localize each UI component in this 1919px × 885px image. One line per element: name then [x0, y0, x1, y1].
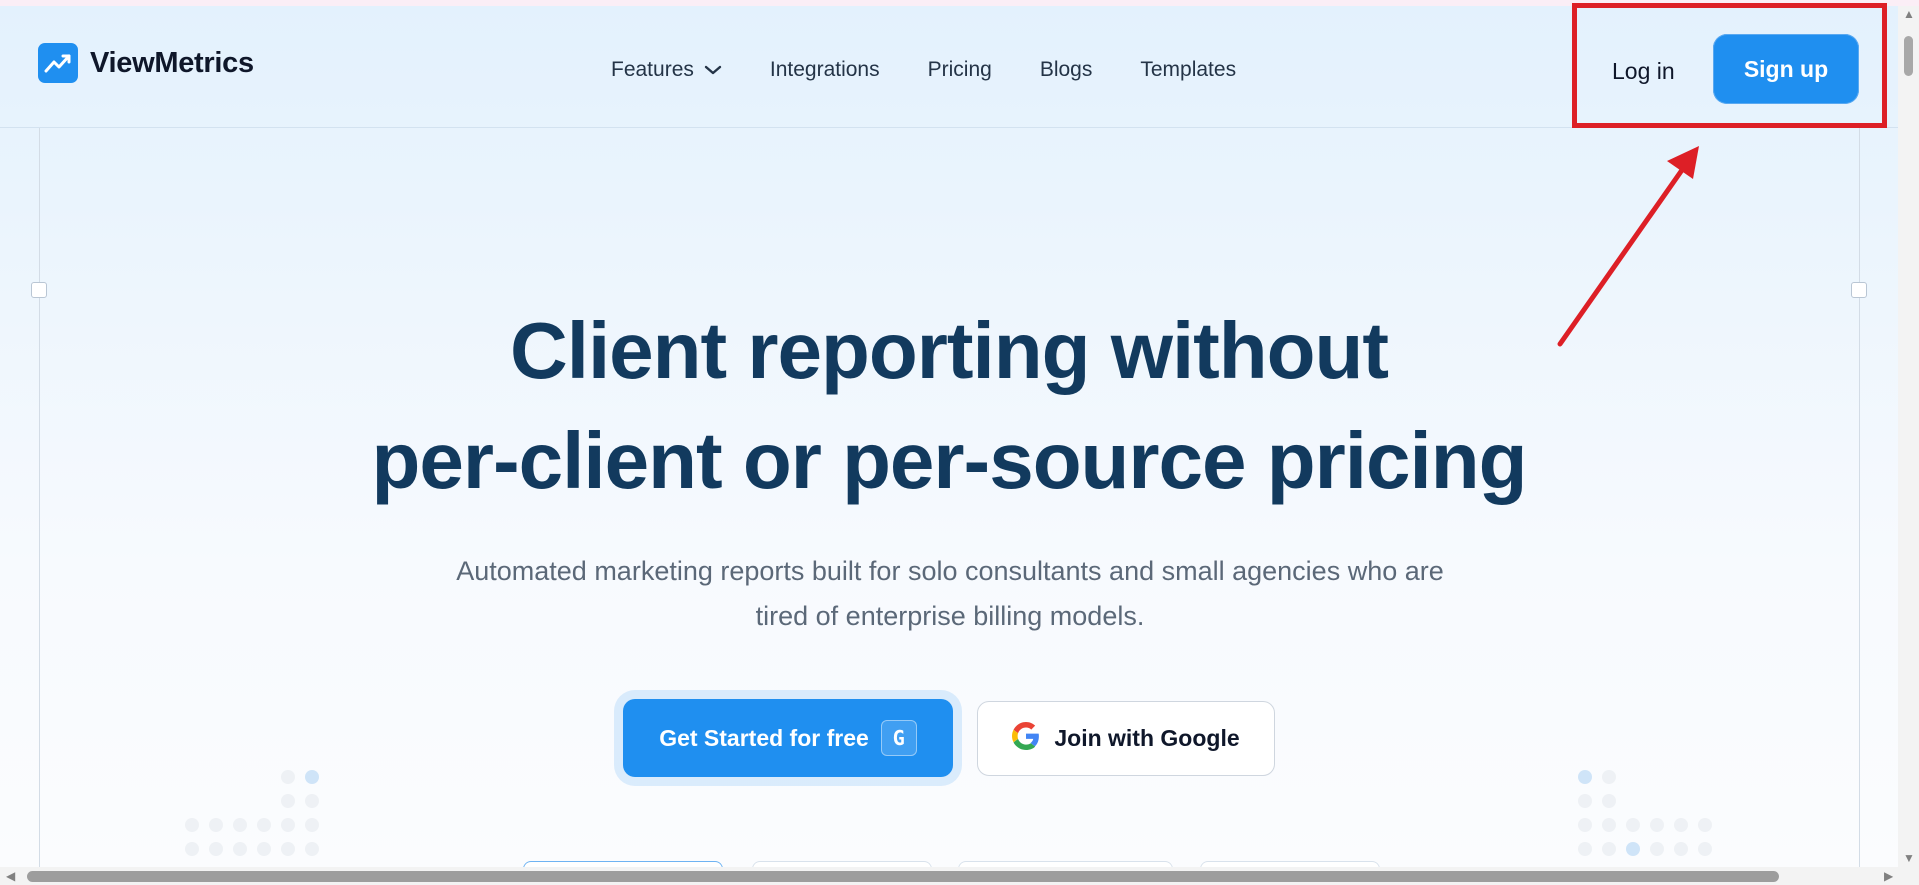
scroll-left-icon[interactable]: ◀ — [6, 870, 15, 882]
scroll-up-icon[interactable]: ▲ — [1903, 8, 1915, 20]
annotation-arrow — [1557, 146, 1699, 347]
vertical-scrollbar[interactable]: ▲ ▼ — [1898, 6, 1919, 867]
horizontal-scroll-thumb[interactable] — [27, 871, 1779, 882]
horizontal-scrollbar[interactable]: ◀ ▶ — [0, 867, 1919, 885]
scroll-down-icon[interactable]: ▼ — [1903, 852, 1915, 864]
scroll-right-icon[interactable]: ▶ — [1884, 870, 1893, 882]
vertical-scroll-thumb[interactable] — [1904, 36, 1913, 76]
